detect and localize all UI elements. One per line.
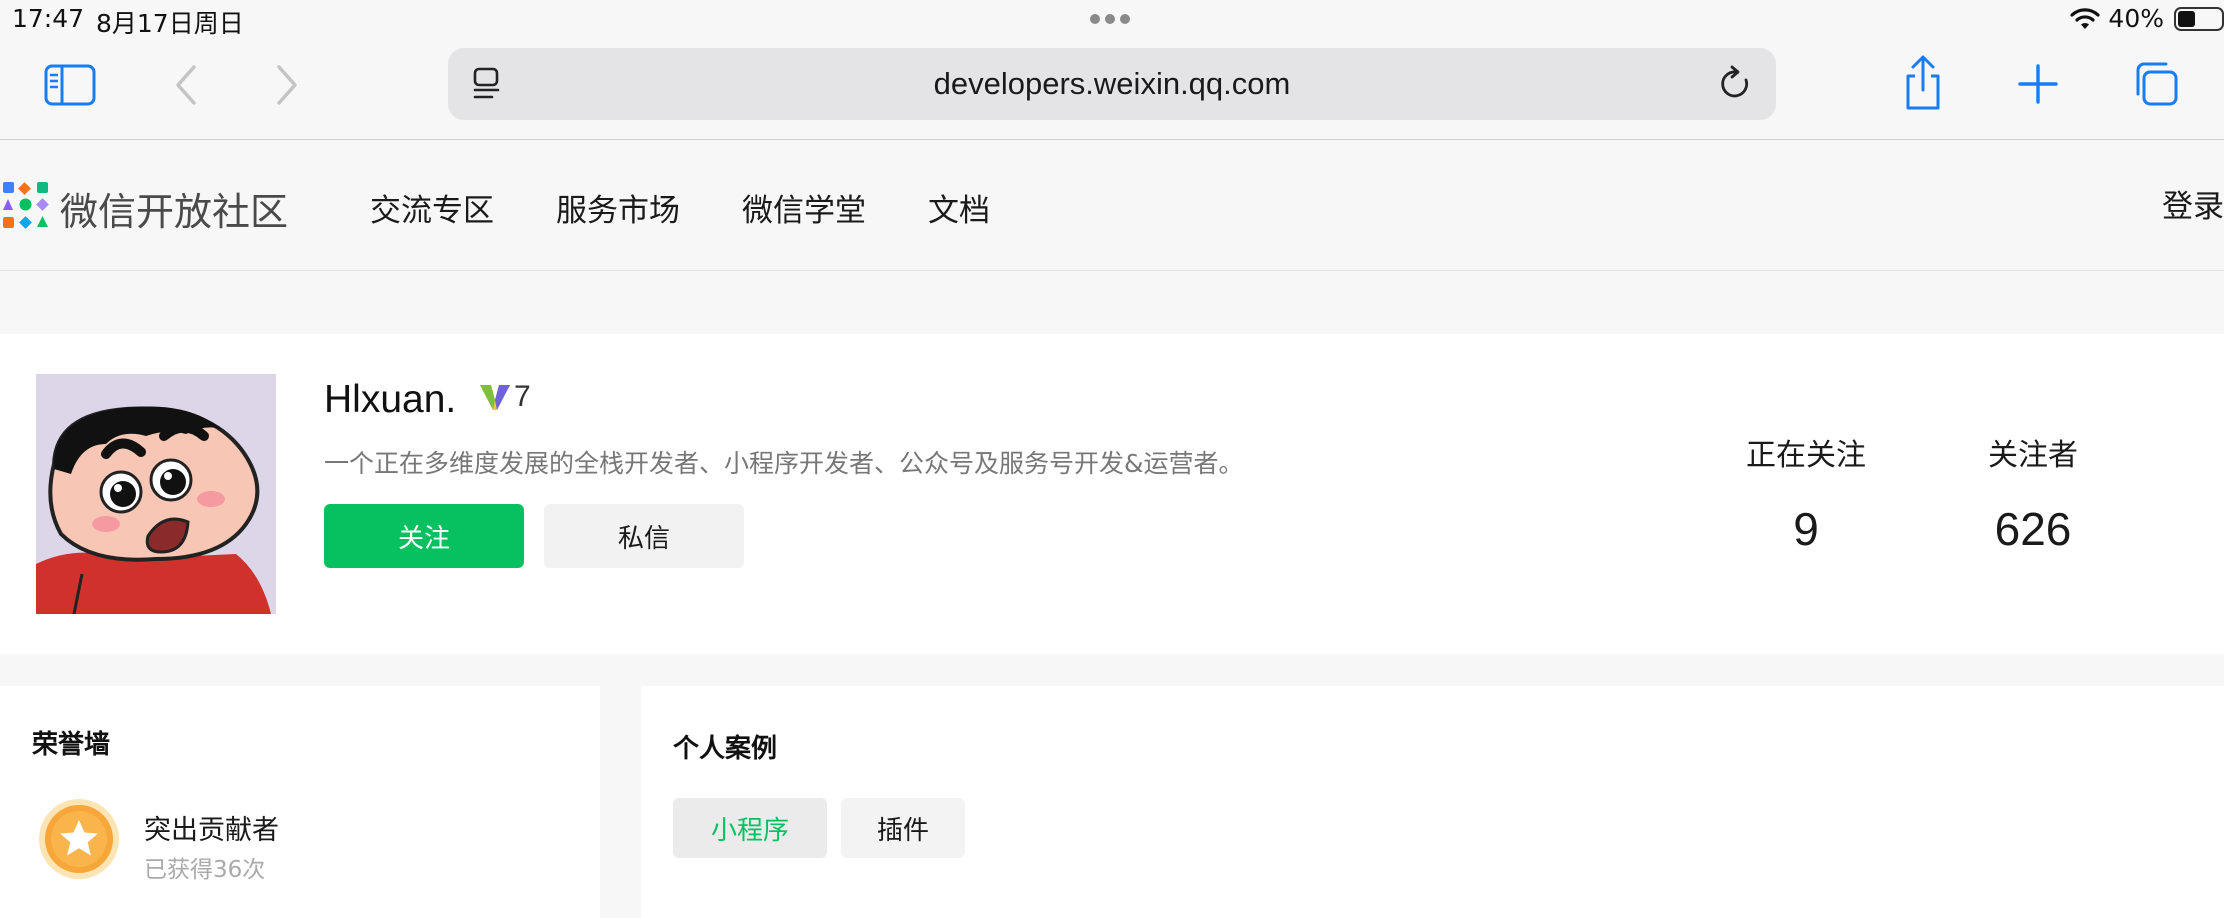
nav-docs[interactable]: 文档 xyxy=(928,185,990,230)
new-tab-plus-icon[interactable] xyxy=(2016,62,2060,106)
avatar[interactable] xyxy=(36,374,276,614)
main-nav: 交流专区 服务市场 微信学堂 文档 xyxy=(370,185,990,230)
honor-wall-title: 荣誉墙 xyxy=(32,730,111,760)
following-label: 正在关注 xyxy=(1746,438,1866,473)
wechat-open-community-logo[interactable] xyxy=(2,181,50,229)
site-name[interactable]: 微信开放社区 xyxy=(60,181,288,236)
status-bar: 17:47 8月17日周日 40% xyxy=(0,0,2224,40)
profile-card: Hlxuan. 7 一个正在多维度发展的全栈开发者、小程序开发者、公众号及服务号… xyxy=(0,334,2224,654)
forward-button[interactable] xyxy=(268,60,308,110)
followers-label: 关注者 xyxy=(1988,438,2078,473)
share-icon[interactable] xyxy=(1900,54,1946,112)
browser-toolbar: developers.weixin.qq.com xyxy=(0,40,2224,140)
tab-overview-icon[interactable] xyxy=(2132,60,2180,108)
sidebar-toggle-icon[interactable] xyxy=(44,64,96,106)
nav-community[interactable]: 交流专区 xyxy=(370,185,494,230)
star-medal-icon xyxy=(39,799,119,879)
wifi-icon xyxy=(2070,7,2101,29)
reload-icon[interactable] xyxy=(1716,64,1754,104)
nav-service-market[interactable]: 服务市场 xyxy=(556,185,680,230)
following-stat[interactable]: 正在关注 9 xyxy=(1706,430,1906,556)
battery-percent: 40% xyxy=(2108,4,2164,33)
followers-count: 626 xyxy=(1994,503,2072,555)
login-link[interactable]: 登录 xyxy=(2162,181,2224,226)
personal-cases-panel: 个人案例 小程序 插件 xyxy=(641,686,2224,918)
level-badge: 7 xyxy=(478,380,531,414)
message-button[interactable]: 私信 xyxy=(544,504,744,568)
multitasking-dots-icon[interactable] xyxy=(1090,14,1130,24)
follow-button[interactable]: 关注 xyxy=(324,504,524,568)
personal-cases-title: 个人案例 xyxy=(673,734,778,764)
battery-icon xyxy=(2174,6,2224,31)
url-text[interactable]: developers.weixin.qq.com xyxy=(448,66,1776,102)
tab-plugin[interactable]: 插件 xyxy=(841,798,965,858)
back-button[interactable] xyxy=(165,60,205,110)
honor-badge-name: 突出贡献者 xyxy=(144,815,279,846)
nav-wechat-academy[interactable]: 微信学堂 xyxy=(742,185,866,230)
address-bar[interactable]: developers.weixin.qq.com xyxy=(448,48,1776,120)
v-level-icon xyxy=(480,385,510,410)
site-header: 微信开放社区 交流专区 服务市场 微信学堂 文档 登录 xyxy=(0,141,2224,271)
honor-wall-panel: 荣誉墙 突出贡献者 已获得36次 xyxy=(0,686,600,918)
following-count: 9 xyxy=(1793,503,1819,555)
user-name: Hlxuan. xyxy=(324,378,457,421)
status-date: 8月17日周日 xyxy=(96,9,244,38)
honor-badge-count: 已获得36次 xyxy=(144,857,266,883)
user-bio: 一个正在多维度发展的全栈开发者、小程序开发者、公众号及服务号开发&运营者。 xyxy=(324,449,1244,478)
status-time: 17:47 xyxy=(12,4,85,33)
tab-miniprogram[interactable]: 小程序 xyxy=(673,798,827,858)
level-number: 7 xyxy=(514,380,531,413)
followers-stat[interactable]: 关注者 626 xyxy=(1933,430,2133,556)
